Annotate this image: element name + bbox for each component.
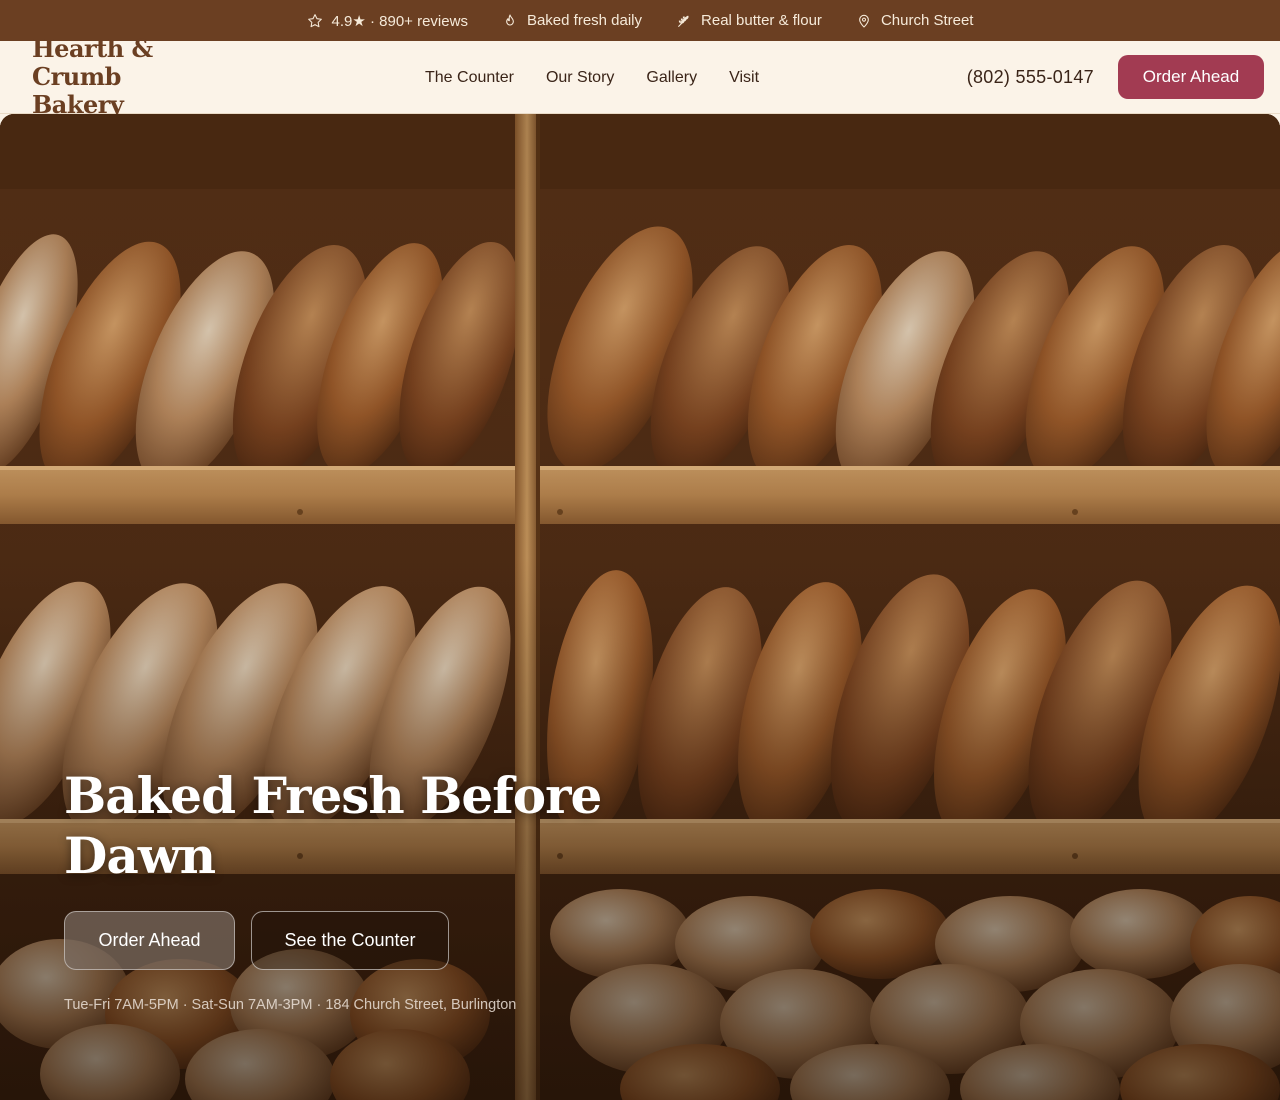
main-nav: The Counter Our Story Gallery Visit [425,41,759,114]
hero-order-ahead-button[interactable]: Order Ahead [64,911,235,970]
hero-title-line-2: Dawn [64,826,216,885]
flame-icon [506,13,514,25]
logo[interactable]: Hearth & Crumb Bakery [32,35,232,119]
header-actions: (802) 555-0147 Order Ahead [967,55,1264,99]
fresh-badge: Baked fresh daily [502,12,642,29]
hero-content: Baked Fresh Before Dawn Order Ahead See … [64,766,624,1013]
map-pin-icon [859,14,869,28]
hero-section: Baked Fresh Before Dawn Order Ahead See … [0,114,1280,1100]
see-the-counter-button[interactable]: See the Counter [251,911,449,970]
hours-address-info: Tue-Fri 7AM-5PM · Sat-Sun 7AM-3PM · 184 … [64,997,517,1013]
logo-line-1: Hearth & Crumb [32,34,153,91]
fresh-text: Baked fresh daily [526,12,643,29]
rating-text: 4.9★ · 890+ reviews [331,12,468,30]
hero-title-line-1: Baked Fresh Before [64,766,602,825]
butter-badge: Real butter & flour [676,12,822,29]
butter-text: Real butter & flour [701,12,822,29]
hero-title: Baked Fresh Before Dawn [64,766,624,886]
order-ahead-button[interactable]: Order Ahead [1118,55,1264,99]
nav-link-visit[interactable]: Visit [729,69,759,87]
site-header: Hearth & Crumb Bakery The Counter Our St… [0,35,1280,119]
phone-link[interactable]: (802) 555-0147 [967,67,1094,88]
location-text: Church Street [880,12,974,29]
star-icon [307,13,322,27]
wheat-icon [678,15,689,27]
nav-link-gallery[interactable]: Gallery [646,69,697,87]
hero-buttons: Order Ahead See the Counter [64,911,624,970]
nav-link-the-counter[interactable]: The Counter [425,69,514,87]
nav-link-our-story[interactable]: Our Story [546,69,614,87]
rating-badge: 4.9★ · 890+ reviews [307,12,468,30]
location-badge: Church Street [856,12,974,29]
